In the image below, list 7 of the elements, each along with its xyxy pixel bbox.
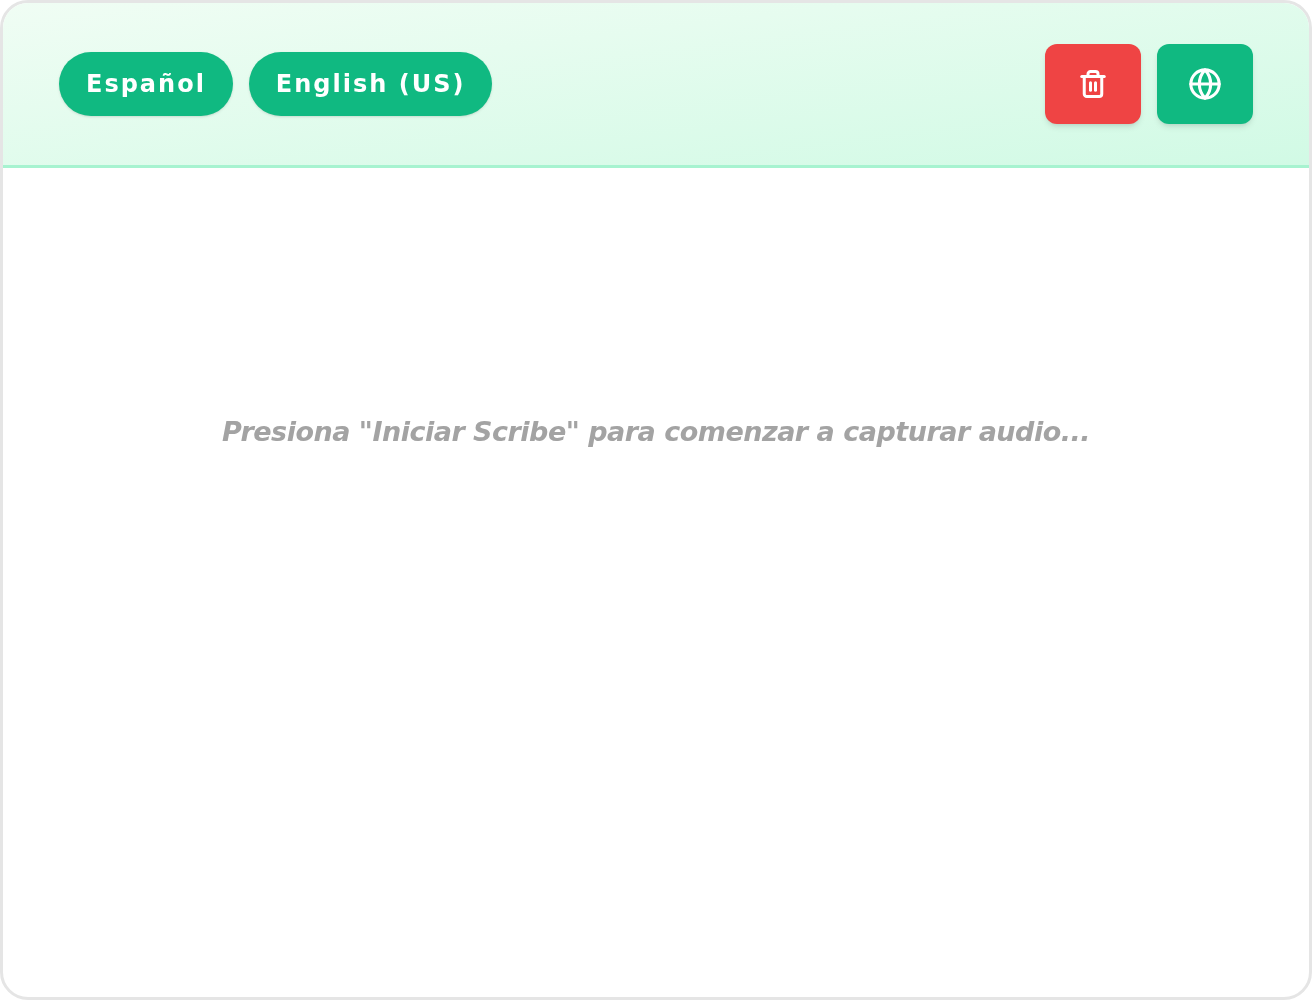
language-chip[interactable]: Español	[59, 52, 233, 116]
delete-button[interactable]	[1045, 44, 1141, 124]
trash-icon	[1078, 69, 1108, 99]
language-chip[interactable]: English (US)	[248, 52, 493, 116]
globe-icon	[1188, 67, 1222, 101]
language-button[interactable]	[1157, 44, 1253, 124]
empty-message: Presiona "Iniciar Scribe" para comenzar a capturar audio...	[222, 415, 1090, 449]
